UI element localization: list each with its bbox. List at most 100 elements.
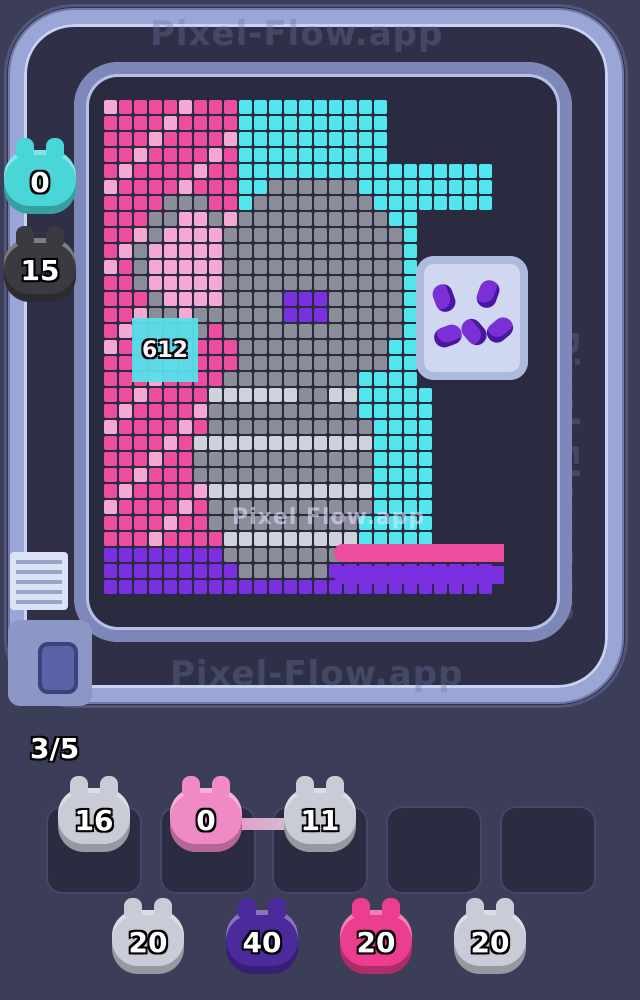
pixel-cell	[329, 148, 342, 162]
pixel-cell	[239, 340, 252, 354]
pixel-cell	[119, 196, 132, 210]
pixel-cell	[314, 228, 327, 242]
ear-icon	[352, 898, 370, 918]
pixel-cell	[134, 388, 147, 402]
queue-cat[interactable]: 20	[454, 898, 526, 974]
pixel-cell	[374, 260, 387, 274]
pixel-cell	[269, 532, 282, 546]
pixel-cell	[284, 484, 297, 498]
pixel-cell	[359, 372, 372, 386]
ear-icon	[212, 776, 230, 796]
pixel-cell	[464, 164, 477, 178]
pixel-cell	[404, 532, 417, 546]
pixel-cell	[344, 468, 357, 482]
pixel-cell	[164, 116, 177, 130]
conveyor-shooter-cat[interactable]: 15	[4, 226, 76, 302]
pixel-cell	[224, 468, 237, 482]
pixel-cell	[284, 324, 297, 338]
pixel-cell	[449, 196, 462, 210]
pixel-cell	[149, 196, 162, 210]
slot-cat[interactable]: 16	[58, 776, 130, 852]
pixel-cell	[149, 228, 162, 242]
conveyor-shooter-cat[interactable]: 0	[4, 138, 76, 214]
pixel-cell	[164, 196, 177, 210]
pixel-cell	[179, 500, 192, 514]
pixel-cell	[344, 372, 357, 386]
pixel-cell	[119, 388, 132, 402]
pixel-cell	[104, 356, 117, 370]
pixel-cell	[299, 212, 312, 226]
pixel-cell	[164, 388, 177, 402]
pixel-cell	[239, 452, 252, 466]
pixel-cell	[359, 388, 372, 402]
ear-icon	[154, 898, 172, 918]
slot-4[interactable]	[386, 806, 482, 894]
pixel-cell	[254, 388, 267, 402]
pixel-cell	[119, 212, 132, 226]
pixel-cell	[344, 212, 357, 226]
pixel-cell	[254, 436, 267, 450]
pixel-cell	[134, 260, 147, 274]
pixel-cell	[269, 292, 282, 306]
pixel-cell	[104, 228, 117, 242]
pixel-cell	[254, 196, 267, 210]
pixel-cell	[209, 580, 222, 594]
pixel-cell	[179, 468, 192, 482]
pixel-cell	[119, 468, 132, 482]
pixel-cell	[194, 244, 207, 258]
pixel-cell	[134, 132, 147, 146]
pixel-cell	[329, 180, 342, 194]
pixel-cell	[254, 564, 267, 578]
pixel-cell	[284, 180, 297, 194]
pixel-cell	[119, 452, 132, 466]
pixel-cell	[209, 516, 222, 530]
pixel-cell	[194, 420, 207, 434]
pixel-cell	[224, 484, 237, 498]
pixel-cell	[104, 404, 117, 418]
pixel-cell	[134, 404, 147, 418]
queue-cat[interactable]: 20	[340, 898, 412, 974]
pixel-cell	[284, 468, 297, 482]
pixel-cell	[119, 356, 132, 370]
ear-icon	[70, 776, 88, 796]
pixel-cell	[314, 580, 327, 594]
pixel-cell	[224, 452, 237, 466]
pixel-cell	[104, 388, 117, 402]
pixel-cell	[344, 356, 357, 370]
pixel-cell	[284, 212, 297, 226]
pixel-cell	[254, 468, 267, 482]
pixel-cell	[299, 548, 312, 562]
pixel-cell	[164, 580, 177, 594]
pixel-cell	[104, 452, 117, 466]
pixel-cell	[329, 356, 342, 370]
pixel-cell	[194, 468, 207, 482]
pixel-cell	[269, 452, 282, 466]
pixel-cell	[329, 196, 342, 210]
queue-cat-count: 20	[356, 925, 396, 959]
slot-cat[interactable]: 11	[284, 776, 356, 852]
slot-cat[interactable]: 0	[170, 776, 242, 852]
pixel-cell	[119, 292, 132, 306]
pixel-cell	[209, 180, 222, 194]
pixel-cell	[299, 308, 312, 322]
pixel-cell	[359, 324, 372, 338]
pixel-cell	[209, 484, 222, 498]
slot-5[interactable]	[500, 806, 596, 894]
pixel-cell	[284, 116, 297, 130]
pixel-cell	[209, 292, 222, 306]
pixel-cell	[269, 548, 282, 562]
pixel-cell	[104, 324, 117, 338]
pixel-cell	[104, 484, 117, 498]
pixel-cell	[329, 260, 342, 274]
pixel-cell	[239, 436, 252, 450]
pixel-cell	[299, 132, 312, 146]
pixel-cell	[224, 196, 237, 210]
pixel-cell	[164, 484, 177, 498]
queue-cat[interactable]: 40	[226, 898, 298, 974]
pixel-cell	[299, 180, 312, 194]
pixel-cell	[254, 100, 267, 114]
pixel-cell	[314, 292, 327, 306]
queue-cat[interactable]: 20	[112, 898, 184, 974]
pixel-cell	[419, 404, 432, 418]
pixel-cell	[359, 532, 372, 546]
